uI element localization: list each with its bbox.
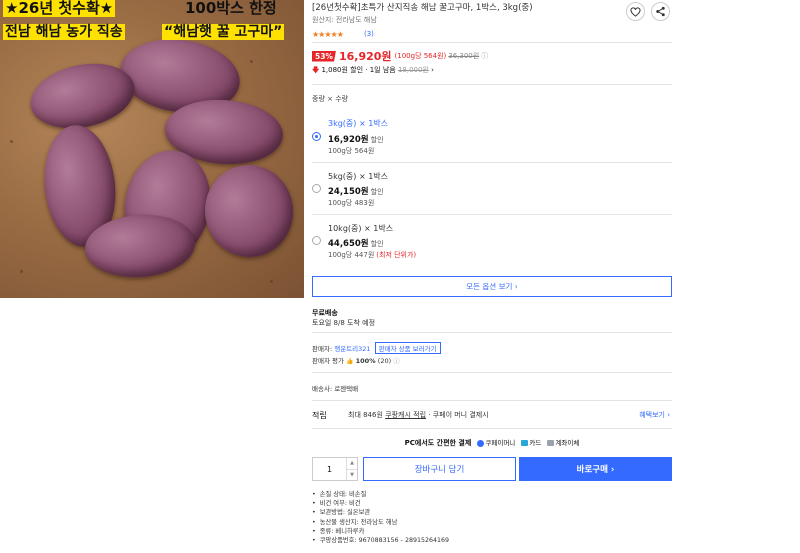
reward-text: 최대 846원 쿠팡캐시 적립 · 쿠페이 머니 결제시 [348,411,489,419]
option-unit-price: 100g당 447원 (최저 단위가) [328,251,417,259]
option-unit-price: 100g당 564원 [328,147,375,155]
sale-price: 16,920원 [338,50,392,63]
coupay-icon [477,439,485,447]
detail-item: 쿠팡상품번호: 9670883156 - 28915264169 [312,536,449,545]
carrier: 배송사: 로젠택배 [312,385,359,393]
unit-price: (100g당 564원) [394,52,447,60]
divider [312,42,672,43]
quantity-down-icon[interactable]: ▼ [347,470,357,481]
share-icon [656,6,665,17]
divider [312,372,672,373]
option-item[interactable]: 5kg(중) × 1박스 24,150원 할인 100g당 483원 [312,171,672,211]
banner-harvest: ★26년 첫수확★ [3,0,116,18]
benefit-link[interactable]: 혜택보기 › [639,410,670,420]
heart-icon [630,6,641,17]
card-icon [521,440,529,446]
detail-item: 비건 여부: 비건 [312,499,449,508]
detail-item: 보관방법: 실온보관 [312,508,449,517]
divider [312,428,672,429]
free-shipping-label: 무료배송 [312,309,338,317]
price-drop-old: 18,000원 [397,66,429,74]
price-drop-row[interactable]: 🡇 1,080원 할인 · 1일 남음 18,000원 › [312,65,434,77]
add-to-cart-button[interactable]: 장바구니 담기 [363,457,516,481]
option-name: 3kg(중) × 1박스 [328,119,389,128]
option-price: 16,920원 할인 [328,135,384,145]
arrow-down-icon: 🡇 [312,66,320,74]
buy-now-button[interactable]: 바로구매 › [519,457,672,481]
option-label: 중량 × 수량 [312,95,349,103]
divider [312,84,672,85]
divider [312,332,672,333]
option-name: 10kg(중) × 1박스 [328,224,394,233]
coupang-cash-link[interactable]: 쿠팡캐시 적립 [385,411,426,419]
option-item[interactable]: 3kg(중) × 1박스 16,920원 할인 100g당 564원 [312,118,672,164]
product-image[interactable]: ★26년 첫수확★ 100박스 한정 전남 해남 농가 직송 “해남햇 꿀 고구… [0,0,304,298]
option-radio[interactable] [312,184,321,193]
detail-item: 손질 상태: 비손질 [312,490,449,499]
bank-transfer-icon [547,440,555,446]
rating-stars: ★★★★★ [312,30,344,39]
price-drop-text: 1,080원 할인 · 1일 남음 [321,66,396,74]
info-icon[interactable]: ⓘ [481,51,488,61]
thumb-up-icon: 👍 [346,358,354,365]
banner-honey: “해남햇 꿀 고구마” [162,24,285,41]
option-radio[interactable] [312,132,321,141]
divider [312,162,672,163]
quantity-input[interactable]: 1 [313,458,346,480]
quantity-up-icon[interactable]: ▲ [347,458,357,470]
option-price: 24,150원 할인 [328,187,384,197]
banner-direct: 전남 해남 농가 직송 [3,24,125,41]
product-origin: 원산지: 전라남도 해남 [312,16,377,24]
seller-rating-row: 판매자 평가 👍 100% (20) ⓘ [312,357,400,365]
divider [312,400,672,401]
option-item[interactable]: 10kg(중) × 1박스 44,650원 할인 100g당 447원 (최저 단위… [312,223,672,263]
wishlist-button[interactable] [626,2,645,21]
quantity-stepper[interactable]: 1 ▲ ▼ [312,457,358,481]
discount-badge: 53% [312,50,336,62]
delivery-date: 토요일 8/8 도착 예정 [312,319,376,327]
info-icon[interactable]: ⓘ [393,357,400,365]
payment-row: PC에서도 간편한 결제 쿠페이머니 카드 계좌이체 [404,439,580,447]
option-radio[interactable] [312,236,321,245]
option-unit-price: 100g당 483원 [328,199,375,207]
product-details-list: 손질 상태: 비손질 비건 여부: 비건 보관방법: 실온보관 농산물 생산지:… [312,490,449,545]
reward-label: 적립 [312,411,327,420]
product-title: [26년첫수확]초특가 산지직송 해남 꿀고구마, 1박스, 3kg(중) [312,3,533,13]
seller-name-link[interactable]: 행운트리321 [334,345,370,353]
product-info: [26년첫수확]초특가 산지직송 해남 꿀고구마, 1박스, 3kg(중) 원산… [312,0,674,553]
payment-label: PC에서도 간편한 결제 [404,439,472,447]
see-all-options-button[interactable]: 모든 옵션 보기 › [312,276,672,297]
seller-row: 판매자: 행운트리321 판매자 상품 보러가기 [312,342,441,354]
detail-item: 농산물 생산지: 전라남도 해남 [312,518,449,527]
detail-item: 종류: 베니하루카 [312,527,449,536]
option-name: 5kg(중) × 1박스 [328,172,389,181]
banner-limited: 100박스 한정 [185,0,277,17]
chevron-right-icon: › [431,66,434,74]
divider [312,214,672,215]
seller-products-button[interactable]: 판매자 상품 보러가기 [374,342,441,354]
price-row: 53% 16,920원 (100g당 564원) 36,300원 ⓘ [312,49,488,63]
original-price: 36,300원 [448,52,480,60]
review-count-link[interactable]: (3) [364,30,374,38]
option-price: 44,650원 할인 [328,239,384,249]
share-button[interactable] [651,2,670,21]
